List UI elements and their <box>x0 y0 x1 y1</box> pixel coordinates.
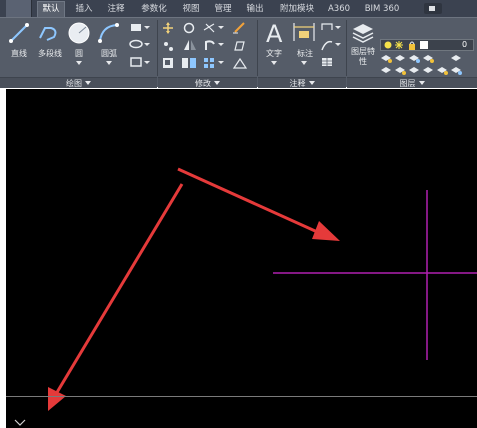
tab-output[interactable]: 输出 <box>243 2 267 16</box>
circle-dropdown-icon[interactable] <box>76 61 82 66</box>
tab-parametric[interactable]: 参数化 <box>137 2 171 16</box>
dimension-button-label[interactable]: 标注 <box>292 48 318 59</box>
circle-button-label[interactable]: 圆 <box>68 48 90 59</box>
dimension-dropdown-icon[interactable] <box>301 61 307 66</box>
crosshair-cursor <box>273 190 477 360</box>
draw-panel-title[interactable]: 绘图 <box>0 77 157 88</box>
tab-view[interactable]: 视图 <box>179 2 203 16</box>
current-layer-name: 0 <box>462 40 468 49</box>
polyline-button-label[interactable]: 多段线 <box>34 48 66 59</box>
tab-default[interactable]: 默认 <box>37 1 65 17</box>
annotation-arrow-down <box>48 183 184 411</box>
command-line-divider <box>6 396 477 397</box>
ribbon-panel-area: 直线 多段线 圆 圆弧 绘图 修改 A 文字 标注 注释 图层特性 0 图层 <box>0 17 477 88</box>
close-icon[interactable] <box>14 418 26 428</box>
annotation-arrow-right <box>177 167 340 241</box>
layer-dropdown[interactable] <box>380 39 474 51</box>
layer-properties-label[interactable]: 图层特性 <box>350 47 376 67</box>
modify-tools-icon[interactable] <box>162 22 254 74</box>
layers-panel-title[interactable]: 图层 <box>347 77 477 88</box>
layer-properties-icon[interactable] <box>351 21 375 43</box>
text-button-label[interactable]: 文字 <box>262 48 286 59</box>
layer-tools-icon[interactable] <box>380 54 476 76</box>
drawing-canvas[interactable] <box>6 89 477 428</box>
draw-small-tools-icon[interactable] <box>129 22 153 74</box>
annotation-small-tools-icon[interactable] <box>320 22 344 72</box>
featured-apps-dropdown-icon[interactable] <box>424 3 442 14</box>
tab-a360[interactable]: A360 <box>326 2 352 16</box>
tab-bim360[interactable]: BIM 360 <box>362 2 402 16</box>
tab-addins[interactable]: 附加模块 <box>275 2 319 16</box>
canvas-overlay <box>48 167 477 411</box>
arc-button-label[interactable]: 圆弧 <box>96 48 122 59</box>
arc-dropdown-icon[interactable] <box>106 61 112 66</box>
line-icon[interactable] <box>8 22 30 44</box>
tab-manage[interactable]: 管理 <box>211 2 235 16</box>
arc-icon[interactable] <box>97 22 121 44</box>
line-button-label[interactable]: 直线 <box>6 48 32 59</box>
svg-text:A: A <box>266 20 283 46</box>
text-dropdown-icon[interactable] <box>271 61 277 66</box>
text-icon[interactable]: A <box>264 20 286 46</box>
tab-insert[interactable]: 插入 <box>72 2 96 16</box>
dimension-icon[interactable] <box>292 21 316 45</box>
modify-panel-title[interactable]: 修改 <box>158 77 257 88</box>
layer-state-icons <box>384 41 428 50</box>
ribbon-tab-bar: 默认 插入 注释 参数化 视图 管理 输出 附加模块 A360 BIM 360 <box>0 0 477 17</box>
application-menu-button[interactable] <box>6 0 32 17</box>
annotation-panel-title[interactable]: 注释 <box>258 77 346 88</box>
polyline-icon[interactable] <box>37 22 61 44</box>
tab-annotate[interactable]: 注释 <box>104 2 128 16</box>
circle-icon[interactable] <box>67 21 91 45</box>
